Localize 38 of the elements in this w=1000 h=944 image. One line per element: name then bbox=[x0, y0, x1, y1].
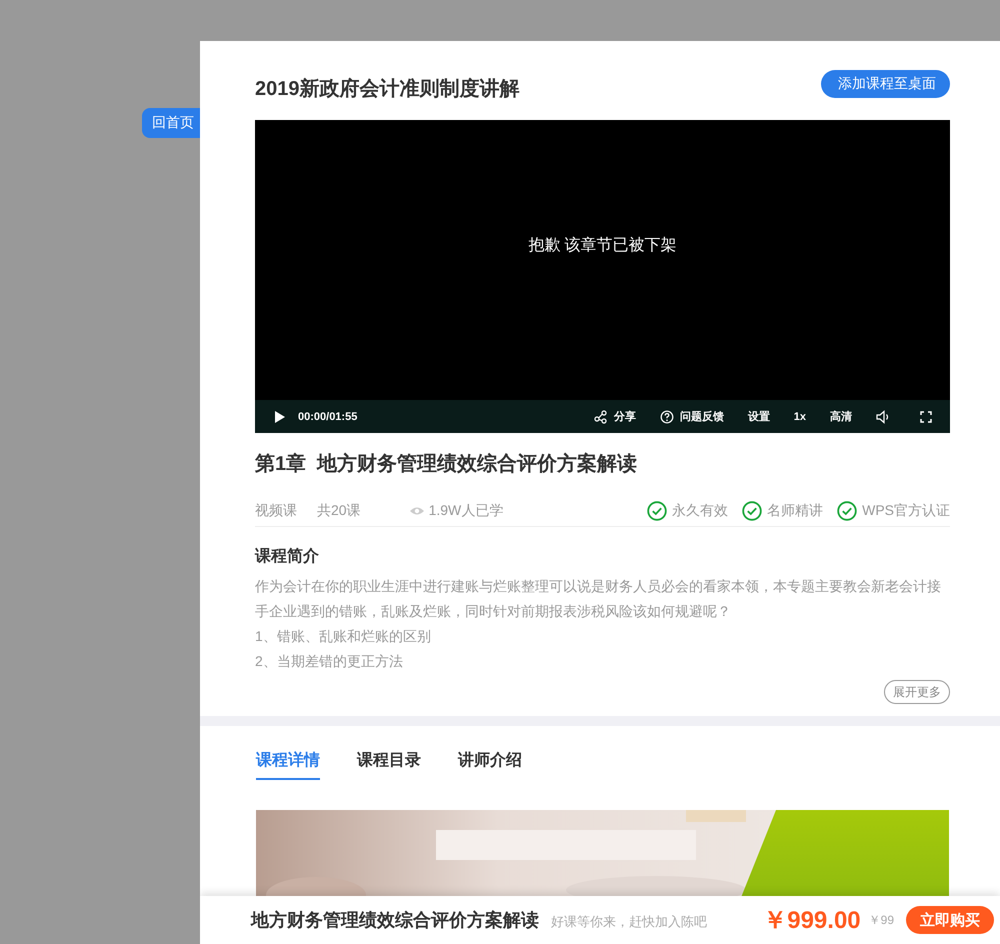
player-control[interactable]: 设置 bbox=[748, 409, 770, 424]
video-message: 抱歉 该章节已被下架 bbox=[528, 236, 677, 256]
video-time: 00:00/01:55 bbox=[298, 410, 358, 422]
tab[interactable]: 课程目录 bbox=[357, 748, 421, 780]
play-icon[interactable] bbox=[274, 410, 286, 424]
course-title: 2019新政府会计准则制度讲解 bbox=[255, 76, 520, 102]
player-control[interactable]: 问题反馈 bbox=[680, 409, 724, 424]
home-button[interactable]: 回首页 bbox=[142, 108, 202, 138]
intro-paragraph: 1、错账、乱账和烂账的区别 bbox=[255, 627, 432, 646]
expand-more-button[interactable]: 展开更多 bbox=[884, 680, 950, 704]
tab[interactable]: 课程详情 bbox=[256, 748, 320, 780]
feature-label: 永久有效 bbox=[672, 502, 728, 520]
check-circle-icon bbox=[837, 501, 858, 521]
check-circle-icon bbox=[647, 501, 668, 521]
intro-paragraph: 2、当期差错的更正方法 bbox=[255, 652, 404, 671]
eye-icon bbox=[408, 506, 425, 516]
intro-paragraph: 作为会计在你的职业生涯中进行建账与烂账整理可以说是财务人员必会的看家本领，本专题主要教会新老会计接手企业遇到的错账，乱账及烂账，同时针对前期报表涉税风险该如何规避呢？ bbox=[255, 577, 942, 621]
chapter-title: 第1章 地方财务管理绩效综合评价方案解读 bbox=[255, 451, 638, 477]
feature-label: WPS官方认证 bbox=[862, 502, 950, 520]
original-price: ￥99 bbox=[868, 912, 894, 928]
fullscreen-icon[interactable] bbox=[920, 410, 932, 422]
check-circle-icon bbox=[742, 501, 762, 521]
volume-icon[interactable] bbox=[876, 410, 890, 424]
player-control[interactable]: 1x bbox=[794, 410, 806, 422]
player-control[interactable]: 分享 bbox=[614, 409, 636, 424]
tab[interactable]: 讲师介绍 bbox=[458, 748, 522, 780]
add-to-desktop-button[interactable]: 添加课程至桌面 bbox=[821, 70, 950, 98]
share-icon bbox=[594, 410, 608, 424]
feature-label: 名师精讲 bbox=[767, 502, 824, 520]
help-icon bbox=[660, 410, 674, 424]
course-type: 视频课 bbox=[255, 502, 297, 520]
course-name: 地方财务管理绩效综合评价方案解读 bbox=[251, 909, 539, 932]
player-control[interactable]: 高清 bbox=[830, 409, 852, 424]
price: ￥999.00 bbox=[763, 906, 861, 936]
lesson-count: 共20课 bbox=[317, 502, 361, 520]
learner-count: 1.9W人已学 bbox=[428, 502, 504, 520]
slogan: 好课等你来，赶快加入陈吧 bbox=[551, 913, 707, 931]
section-heading: 课程简介 bbox=[255, 546, 320, 567]
